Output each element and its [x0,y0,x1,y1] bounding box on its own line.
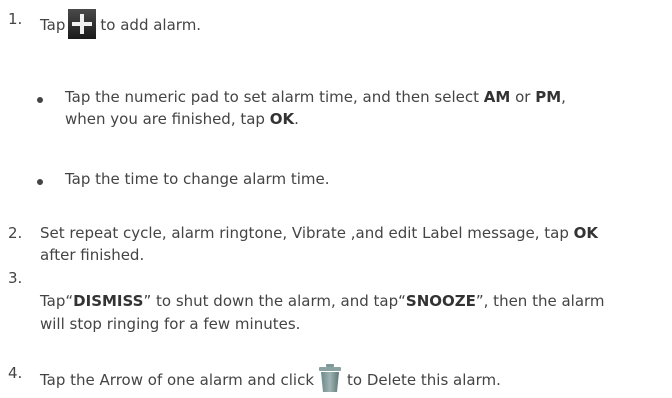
bullet-1-pm: PM [535,88,562,106]
step-3-text-c: ” to shut down the alarm, and tap“ [143,292,406,310]
step-3-text-a: Tap“ [40,292,74,310]
bullet-1-text-b: when you are finished, tap [65,110,265,128]
bullet-dot-1 [37,97,43,103]
bullet-1-period: . [294,110,299,128]
bullet-1-comma: , [561,88,566,106]
step-3-snooze: SNOOZE [405,292,476,310]
step-2-number: 2. [8,224,23,242]
bullet-1-line-1: Tap the numeric pad to set alarm time, a… [65,87,566,107]
bullet-1-text-or: or [515,88,531,106]
trash-icon [317,363,343,398]
bullet-1-am: AM [483,88,511,106]
step-2-line-1: Set repeat cycle, alarm ringtone, Vibrat… [40,223,598,243]
step-4-text: Tap the Arrow of one alarm and click to … [40,363,501,398]
step-3-line-2: will stop ringing for a few minutes. [40,315,301,333]
step-1-text: Tap to add alarm. [40,9,201,39]
bullet-1-ok: OK [269,110,295,128]
step-3-text-d: ”, then the alarm [475,292,605,310]
step-4-pre: Tap the Arrow of one alarm and click [40,371,315,389]
step-1-post: to add alarm. [100,16,202,34]
step-3-number: 3. [8,269,23,287]
step-1-number: 1. [8,10,23,28]
bullet-1-line-2: when you are finished, tap OK. [65,109,299,129]
step-1-pre: Tap [40,16,66,34]
step-3-dismiss: DISMISS [73,292,144,310]
step-2-line-2: after finished. [40,246,145,264]
bullet-dot-2 [37,179,43,185]
step-4-post: to Delete this alarm. [347,371,501,389]
add-icon [68,9,97,39]
bullet-2-line: Tap the time to change alarm time. [65,170,330,188]
step-2-text-a: Set repeat cycle, alarm ringtone, Vibrat… [40,224,569,242]
instruction-page: 1. Tap to add alarm. Tap the numeric pad … [0,0,672,394]
step-3-line-1: Tap“DISMISS” to shut down the alarm, and… [40,291,605,311]
step-4-number: 4. [8,364,23,382]
step-2-ok: OK [573,224,599,242]
bullet-1-text-a: Tap the numeric pad to set alarm time, a… [65,88,479,106]
